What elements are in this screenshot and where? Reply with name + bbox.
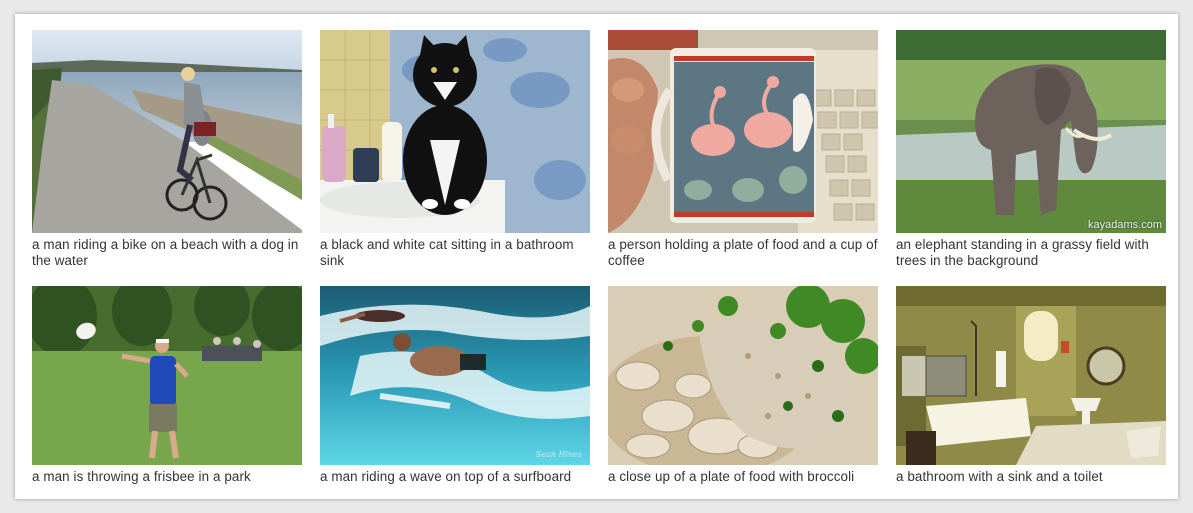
caption-text: an elephant standing in a grassy field w…	[896, 237, 1149, 268]
gallery-item-bike[interactable]: a man riding a bike on a beach with a do…	[32, 30, 302, 269]
caption-text: a man is throwing a frisbee in a park	[32, 469, 251, 484]
photo-bathroom[interactable]	[896, 286, 1166, 465]
photo-surf-wave[interactable]: Sean Hines	[320, 286, 590, 465]
gallery-item-elephant[interactable]: kayadams.com an elephant standing in a g…	[896, 30, 1166, 269]
photo-watermark: kayadams.com	[1088, 219, 1162, 231]
gallery-item-cat[interactable]: a black and white cat sitting in a bathr…	[320, 30, 590, 269]
photo-frisbee-park[interactable]	[32, 286, 302, 465]
caption-text: a bathroom with a sink and a toilet	[896, 469, 1103, 484]
gallery-item-food[interactable]: a close up of a plate of food with brocc…	[608, 286, 878, 485]
photo-food-broccoli[interactable]	[608, 286, 878, 465]
photo-bike-beach[interactable]	[32, 30, 302, 233]
gallery-item-mug[interactable]: a person holding a plate of food and a c…	[608, 30, 878, 269]
photo-signature: Sean Hines	[535, 450, 582, 459]
gallery-item-bathroom[interactable]: a bathroom with a sink and a toilet	[896, 286, 1166, 485]
photo-elephant-field[interactable]: kayadams.com	[896, 30, 1166, 233]
photo-cat-sink[interactable]	[320, 30, 590, 233]
gallery-item-frisbee[interactable]: a man is throwing a frisbee in a park	[32, 286, 302, 485]
caption-text: a person holding a plate of food and a c…	[608, 237, 878, 268]
caption-text: a close up of a plate of food with brocc…	[608, 469, 855, 484]
caption-text: a man riding a bike on a beach with a do…	[32, 237, 299, 268]
caption-gallery: a man riding a bike on a beach with a do…	[15, 14, 1178, 499]
caption-text: a man riding a wave on top of a surfboar…	[320, 469, 572, 484]
photo-mug-hand[interactable]	[608, 30, 878, 233]
gallery-item-surf[interactable]: Sean Hines a man riding a wave on top of…	[320, 286, 590, 485]
caption-text: a black and white cat sitting in a bathr…	[320, 237, 574, 268]
